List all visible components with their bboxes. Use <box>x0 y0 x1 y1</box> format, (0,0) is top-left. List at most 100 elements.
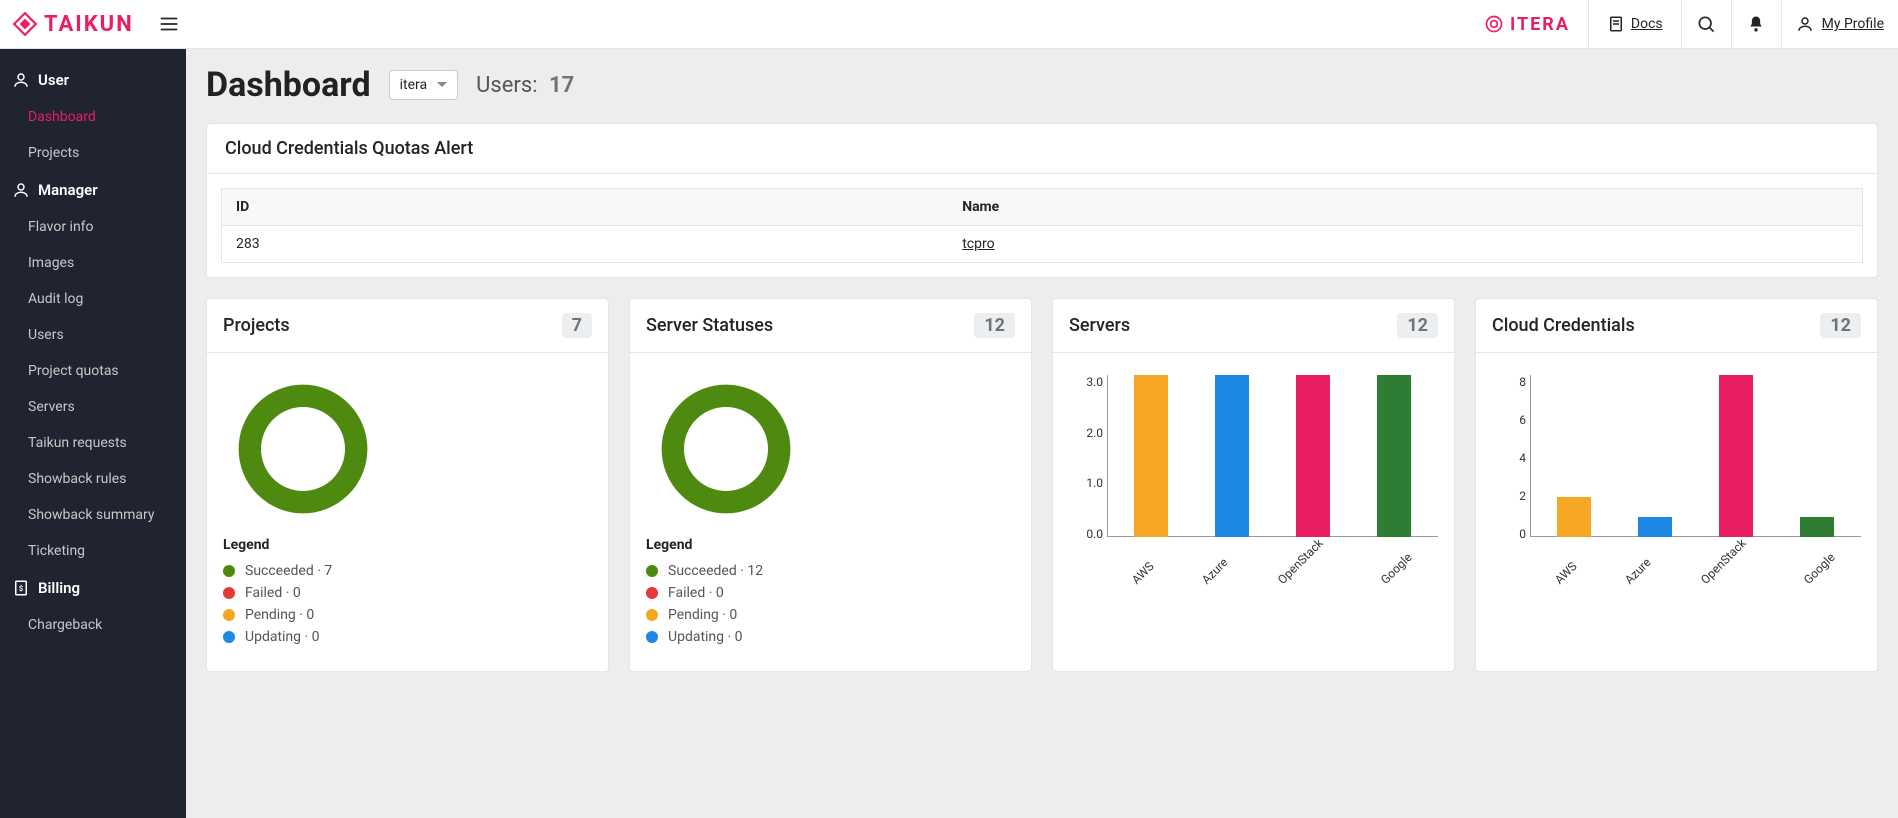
server-statuses-title: Server Statuses <box>646 315 773 336</box>
sidebar-item-taikun-requests[interactable]: Taikun requests <box>0 425 186 461</box>
sidebar-item-project-quotas[interactable]: Project quotas <box>0 353 186 389</box>
bar-google <box>1377 375 1411 537</box>
y-tick: 8 <box>1519 375 1526 389</box>
alert-cell-id: 283 <box>222 226 949 263</box>
legend-item: Pending · 0 <box>646 607 1015 623</box>
profile-link[interactable]: My Profile <box>1782 0 1898 48</box>
legend-dot <box>223 609 235 621</box>
server-statuses-count-badge: 12 <box>974 313 1015 338</box>
search-button[interactable] <box>1682 0 1732 48</box>
sidebar-section-manager: Manager <box>0 171 186 209</box>
alert-table: IDName 283tcpro <box>221 188 1863 263</box>
legend-label: Pending · 0 <box>668 607 737 623</box>
alert-col-name: Name <box>948 189 1862 226</box>
alert-col-id: ID <box>222 189 949 226</box>
cloud-credentials-title: Cloud Credentials <box>1492 315 1635 336</box>
alert-card-title: Cloud Credentials Quotas Alert <box>207 124 1877 174</box>
sidebar-item-ticketing[interactable]: Ticketing <box>0 533 186 569</box>
org-icon <box>1484 14 1504 34</box>
profile-label: My Profile <box>1822 16 1884 32</box>
sidebar-item-showback-rules[interactable]: Showback rules <box>0 461 186 497</box>
brand-logo[interactable]: TAIKUN <box>12 11 134 37</box>
legend-label: Updating · 0 <box>245 629 320 645</box>
projects-donut-chart <box>233 379 373 519</box>
users-label: Users: <box>476 73 537 98</box>
user-icon <box>1796 15 1814 33</box>
cloud-credentials-quotas-alert-card: Cloud Credentials Quotas Alert IDName 28… <box>206 123 1878 278</box>
legend-dot <box>646 565 658 577</box>
bar-openstack <box>1296 375 1330 537</box>
y-tick: 2.0 <box>1086 426 1103 440</box>
servers-tile: Servers 12 3.02.01.00.0AWSAzureOpenStack… <box>1052 298 1455 672</box>
projects-tile: Projects 7 Legend Succeeded · 7Failed · … <box>206 298 609 672</box>
sidebar-item-users[interactable]: Users <box>0 317 186 353</box>
notifications-button[interactable] <box>1732 0 1782 48</box>
y-tick: 3.0 <box>1086 375 1103 389</box>
projects-count-badge: 7 <box>562 313 592 338</box>
search-icon <box>1696 14 1716 34</box>
legend-item: Failed · 0 <box>223 585 592 601</box>
x-label: AWS <box>1129 559 1157 587</box>
docs-label: Docs <box>1631 16 1663 32</box>
main-content: Dashboard itera Users: 17 Cloud Credenti… <box>186 49 1898 818</box>
legend-dot <box>223 565 235 577</box>
legend-item: Updating · 0 <box>646 629 1015 645</box>
organization-select[interactable]: itera <box>389 70 459 100</box>
bell-icon <box>1746 14 1766 34</box>
legend-dot <box>223 587 235 599</box>
alert-row: 283tcpro <box>222 226 1863 263</box>
y-tick: 2 <box>1519 489 1526 503</box>
sidebar-item-servers[interactable]: Servers <box>0 389 186 425</box>
sidebar-item-images[interactable]: Images <box>0 245 186 281</box>
servers-title: Servers <box>1069 315 1130 336</box>
bar-aws <box>1134 375 1168 537</box>
legend-label: Succeeded · 12 <box>668 563 763 579</box>
sidebar-item-audit-log[interactable]: Audit log <box>0 281 186 317</box>
bar-openstack <box>1719 375 1753 537</box>
svg-text:$: $ <box>19 584 23 593</box>
legend-item: Succeeded · 7 <box>223 563 592 579</box>
legend-item: Succeeded · 12 <box>646 563 1015 579</box>
org-name: ITERA <box>1510 14 1570 35</box>
sidebar-item-flavor-info[interactable]: Flavor info <box>0 209 186 245</box>
page-header: Dashboard itera Users: 17 <box>206 65 1878 105</box>
servers-count-badge: 12 <box>1397 313 1438 338</box>
sidebar-section-billing: $Billing <box>0 569 186 607</box>
x-label: Google <box>1378 550 1415 587</box>
legend-label: Failed · 0 <box>245 585 301 601</box>
legend-item: Failed · 0 <box>646 585 1015 601</box>
sidebar-item-showback-summary[interactable]: Showback summary <box>0 497 186 533</box>
legend-label: Pending · 0 <box>245 607 314 623</box>
cloud-credentials-count-badge: 12 <box>1820 313 1861 338</box>
x-label: Azure <box>1622 555 1654 587</box>
docs-icon <box>1607 15 1625 33</box>
y-tick: 0 <box>1519 527 1526 541</box>
bar-azure <box>1215 375 1249 537</box>
legend-dot <box>646 587 658 599</box>
bar-aws <box>1557 497 1591 538</box>
legend-dot <box>646 609 658 621</box>
x-label: Google <box>1801 550 1838 587</box>
org-logo[interactable]: ITERA <box>1466 0 1589 48</box>
x-label: Azure <box>1199 555 1231 587</box>
x-label: AWS <box>1552 559 1580 587</box>
sidebar: UserDashboardProjectsManagerFlavor infoI… <box>0 49 186 818</box>
alert-cell-name-link[interactable]: tcpro <box>948 226 1862 263</box>
topbar: TAIKUN ITERA Docs My Profile <box>0 0 1898 49</box>
projects-title: Projects <box>223 315 290 336</box>
y-tick: 1.0 <box>1086 476 1103 490</box>
docs-link[interactable]: Docs <box>1589 0 1682 48</box>
server-statuses-tile: Server Statuses 12 Legend Succeeded · 12… <box>629 298 1032 672</box>
y-tick: 6 <box>1519 413 1526 427</box>
y-tick: 4 <box>1519 451 1526 465</box>
sidebar-item-chargeback[interactable]: Chargeback <box>0 607 186 643</box>
sidebar-item-projects[interactable]: Projects <box>0 135 186 171</box>
brand-icon <box>12 11 38 37</box>
menu-toggle-icon[interactable] <box>158 13 180 35</box>
bar-azure <box>1638 517 1672 537</box>
server-statuses-legend-title: Legend <box>646 537 1015 553</box>
brand-text: TAIKUN <box>44 12 134 37</box>
y-tick: 0.0 <box>1086 527 1103 541</box>
sidebar-item-dashboard[interactable]: Dashboard <box>0 99 186 135</box>
x-label: OpenStack <box>1698 536 1749 587</box>
